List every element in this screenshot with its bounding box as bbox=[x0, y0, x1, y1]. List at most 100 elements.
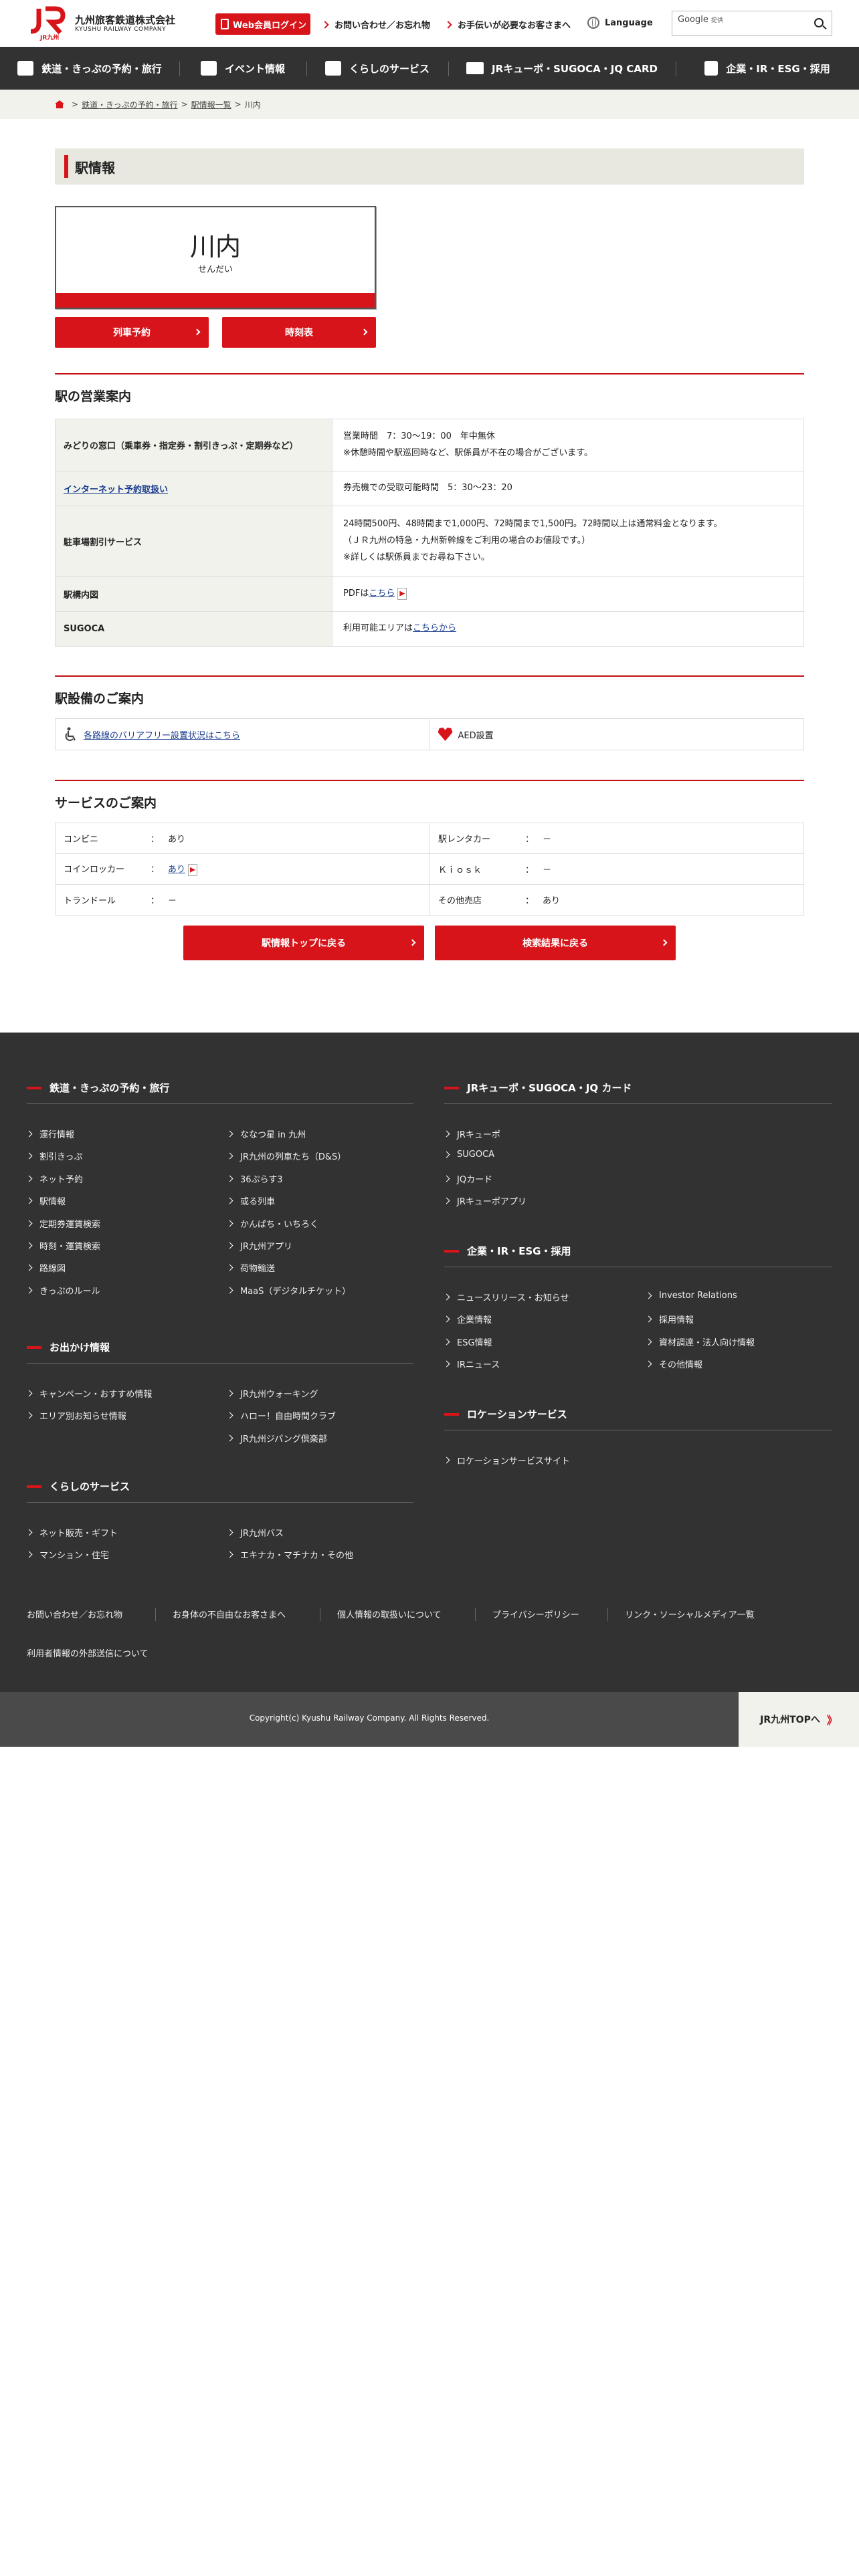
home-icon[interactable] bbox=[55, 100, 64, 108]
footer-link-rail[interactable]: 定期券運賃検索 bbox=[27, 1217, 100, 1230]
breadcrumb-station-list[interactable]: 駅情報一覧 bbox=[191, 99, 231, 110]
footer-heading-qpo: JRキューポ・SUGOCA・JQ カード bbox=[444, 1081, 632, 1095]
footer-link-rail[interactable]: 36ぷらす3 bbox=[227, 1172, 283, 1185]
table-row: 駐車場割引サービス 24時間500円、48時間まで1,000円、72時間まで1,… bbox=[55, 506, 804, 577]
footer-link-location[interactable]: ロケーションサービスサイト bbox=[444, 1454, 570, 1467]
back-to-search-results-button[interactable]: 検索結果に戻る bbox=[435, 926, 676, 960]
footer-link-rail[interactable]: 駅情報 bbox=[27, 1194, 66, 1207]
footer-link-outing[interactable]: エリア別お知らせ情報 bbox=[27, 1409, 126, 1422]
station-sign: 川内 せんだい bbox=[55, 206, 376, 309]
coin-locker-link[interactable]: あり bbox=[168, 865, 185, 875]
back-to-station-top-button[interactable]: 駅情報トップに戻る bbox=[183, 926, 424, 960]
footer-link-rail[interactable]: ななつ星 in 九州 bbox=[227, 1128, 306, 1140]
box-icon bbox=[324, 61, 341, 76]
search-input[interactable]: Google 提供 bbox=[672, 11, 832, 36]
footer-link-outing[interactable]: JR九州ウォーキング bbox=[227, 1387, 318, 1400]
sugoca-area-link[interactable]: こちらから bbox=[413, 623, 456, 633]
footer-link-rail[interactable]: JR九州アプリ bbox=[227, 1239, 292, 1252]
footer-link-rail[interactable]: かんぱち・いちろく bbox=[227, 1217, 318, 1230]
site-footer: 鉄道・きっぷの予約・旅行 お出かけ情報 くらしのサービス JRキューポ・SUGO… bbox=[0, 1033, 859, 1692]
business-info-table: みどりの窓口（乗車券・指定券・割引きっぷ・定期券など） 営業時間 7：30〜19… bbox=[55, 419, 804, 647]
pdf-icon bbox=[397, 587, 407, 600]
footer-link-living[interactable]: ネット販売・ギフト bbox=[27, 1526, 118, 1539]
site-header: JR九州 九州旅客鉄道株式会社 KYUSHU RAILWAY COMPANY W… bbox=[0, 0, 859, 47]
nav-rail-travel[interactable]: 鉄道・きっぷの予約・旅行 bbox=[0, 47, 179, 90]
train-reservation-button[interactable]: 列車予約 bbox=[55, 317, 209, 348]
aed-label: AED設置 bbox=[458, 730, 494, 741]
footer-link-rail[interactable]: 荷物輸送 bbox=[227, 1261, 275, 1274]
nav-corporate[interactable]: 企業・IR・ESG・採用 bbox=[676, 47, 859, 90]
accessibility-assist-link[interactable]: お手伝いが必要なお客さまへ bbox=[444, 18, 571, 31]
table-row: コインロッカー：あり Ｋｉｏｓｋ：－ bbox=[55, 853, 804, 885]
footer-link-rail[interactable]: 或る列車 bbox=[227, 1194, 275, 1207]
footer-link-social-media[interactable]: リンク・ソーシャルメディア一覧 bbox=[625, 1608, 755, 1620]
train-icon bbox=[17, 61, 34, 76]
footer-link-corp[interactable]: ニュースリリース・お知らせ bbox=[444, 1291, 569, 1303]
footer-link-rail[interactable]: 時刻・運賃検索 bbox=[27, 1239, 100, 1252]
services-table: コンビニ：あり 駅レンタカー：－ コインロッカー：あり Ｋｉｏｓｋ：－ トランド… bbox=[55, 823, 804, 916]
footer-link-privacy-handling[interactable]: 個人情報の取扱いについて bbox=[337, 1608, 442, 1620]
jr-kyushu-top-button[interactable]: JR九州TOPへ》 bbox=[739, 1692, 859, 1747]
footer-link-corp[interactable]: ESG情報 bbox=[444, 1335, 492, 1348]
footer-link-rail[interactable]: 割引きっぷ bbox=[27, 1150, 82, 1162]
company-name: 九州旅客鉄道株式会社 bbox=[75, 13, 176, 26]
chevron-right-icon bbox=[361, 328, 368, 336]
main-content: 駅情報 川内 せんだい 列車予約 時刻表 駅の営業案内 みどりの窓口（乗車券・指… bbox=[55, 148, 804, 960]
footer-link-rail[interactable]: 路線図 bbox=[27, 1261, 66, 1274]
nav-living-services[interactable]: くらしのサービス bbox=[306, 47, 448, 90]
footer-link-privacy-policy[interactable]: プライバシーポリシー bbox=[492, 1608, 579, 1620]
footer-link-outing[interactable]: ハロー！自由時間クラブ bbox=[227, 1409, 336, 1422]
copyright-text: Copyright(c) Kyushu Railway Company. All… bbox=[249, 1713, 490, 1723]
footer-link-rail[interactable]: MaaS（デジタルチケット） bbox=[227, 1284, 351, 1297]
nav-events[interactable]: イベント情報 bbox=[179, 47, 306, 90]
footer-link-accessibility[interactable]: お身体の不自由なお客さまへ bbox=[173, 1608, 286, 1620]
wheelchair-icon bbox=[65, 727, 76, 741]
search-icon[interactable] bbox=[814, 18, 824, 27]
footer-link-rail[interactable]: 運行情報 bbox=[27, 1128, 74, 1140]
nav-qpo-sugoca-jqcard[interactable]: JRキューポ・SUGOCA・JQ CARD bbox=[448, 47, 676, 90]
footer-link-corp[interactable]: 資材調達・法人向け情報 bbox=[646, 1335, 755, 1348]
footer-link-corp[interactable]: その他情報 bbox=[646, 1358, 702, 1370]
footer-link-qpo[interactable]: JRキューポアプリ bbox=[444, 1194, 527, 1207]
double-chevron-icon: 》 bbox=[826, 1714, 838, 1727]
footer-link-rail[interactable]: きっぷのルール bbox=[27, 1284, 100, 1297]
business-info-heading: 駅の営業案内 bbox=[55, 373, 804, 405]
services-heading: サービスのご案内 bbox=[55, 780, 804, 811]
footer-link-corp[interactable]: 企業情報 bbox=[444, 1313, 492, 1325]
footer-link-contact[interactable]: お問い合わせ／お忘れ物 bbox=[27, 1608, 122, 1620]
footer-heading-rail: 鉄道・きっぷの予約・旅行 bbox=[27, 1081, 169, 1095]
copyright-bar: Copyright(c) Kyushu Railway Company. All… bbox=[0, 1692, 859, 1747]
footer-link-rail[interactable]: JR九州の列車たち（D&S） bbox=[227, 1150, 346, 1162]
footer-link-living[interactable]: マンション・住宅 bbox=[27, 1548, 109, 1561]
footer-link-corp[interactable]: 採用情報 bbox=[646, 1313, 694, 1325]
page-title: 駅情報 bbox=[55, 148, 804, 185]
footer-link-qpo[interactable]: JQカード bbox=[444, 1172, 492, 1185]
footer-link-external-transmission[interactable]: 利用者情報の外部送信について bbox=[27, 1646, 149, 1659]
footer-link-living[interactable]: エキナカ・マチナカ・その他 bbox=[227, 1548, 353, 1561]
language-selector[interactable]: Language bbox=[587, 17, 653, 29]
google-brand: Google bbox=[678, 15, 708, 25]
table-row: 駅構内図 PDFはこちら bbox=[55, 576, 804, 612]
contact-link[interactable]: お問い合わせ／お忘れ物 bbox=[321, 18, 430, 31]
chevron-right-icon bbox=[321, 20, 329, 29]
footer-link-qpo[interactable]: SUGOCA bbox=[444, 1150, 494, 1160]
barrier-free-link[interactable]: 各路線のバリアフリー設置状況はこちら bbox=[84, 728, 240, 741]
table-row: コンビニ：あり 駅レンタカー：－ bbox=[55, 823, 804, 854]
footer-heading-location: ロケーションサービス bbox=[444, 1407, 567, 1421]
station-map-pdf-link[interactable]: こちら bbox=[369, 588, 395, 599]
chevron-right-icon bbox=[409, 939, 416, 946]
footer-heading-corp: 企業・IR・ESG・採用 bbox=[444, 1244, 571, 1258]
footer-link-living[interactable]: JR九州バス bbox=[227, 1526, 284, 1539]
footer-link-corp[interactable]: Investor Relations bbox=[646, 1291, 737, 1301]
footer-link-rail[interactable]: ネット予約 bbox=[27, 1172, 83, 1185]
footer-link-outing[interactable]: JR九州ジパング倶楽部 bbox=[227, 1432, 327, 1444]
web-member-login-button[interactable]: Web会員ログイン bbox=[215, 13, 310, 35]
site-logo[interactable]: JR九州 九州旅客鉄道株式会社 KYUSHU RAILWAY COMPANY bbox=[27, 6, 175, 41]
footer-link-qpo[interactable]: JRキューポ bbox=[444, 1128, 500, 1140]
table-row: トランドール：－ その他売店：あり bbox=[55, 884, 804, 916]
footer-link-outing[interactable]: キャンペーン・おすすめ情報 bbox=[27, 1387, 152, 1400]
breadcrumb-rail-travel[interactable]: 鉄道・きっぷの予約・旅行 bbox=[82, 99, 178, 110]
footer-link-corp[interactable]: IRニュース bbox=[444, 1358, 500, 1370]
timetable-button[interactable]: 時刻表 bbox=[222, 317, 376, 348]
chevron-right-icon bbox=[444, 20, 452, 29]
